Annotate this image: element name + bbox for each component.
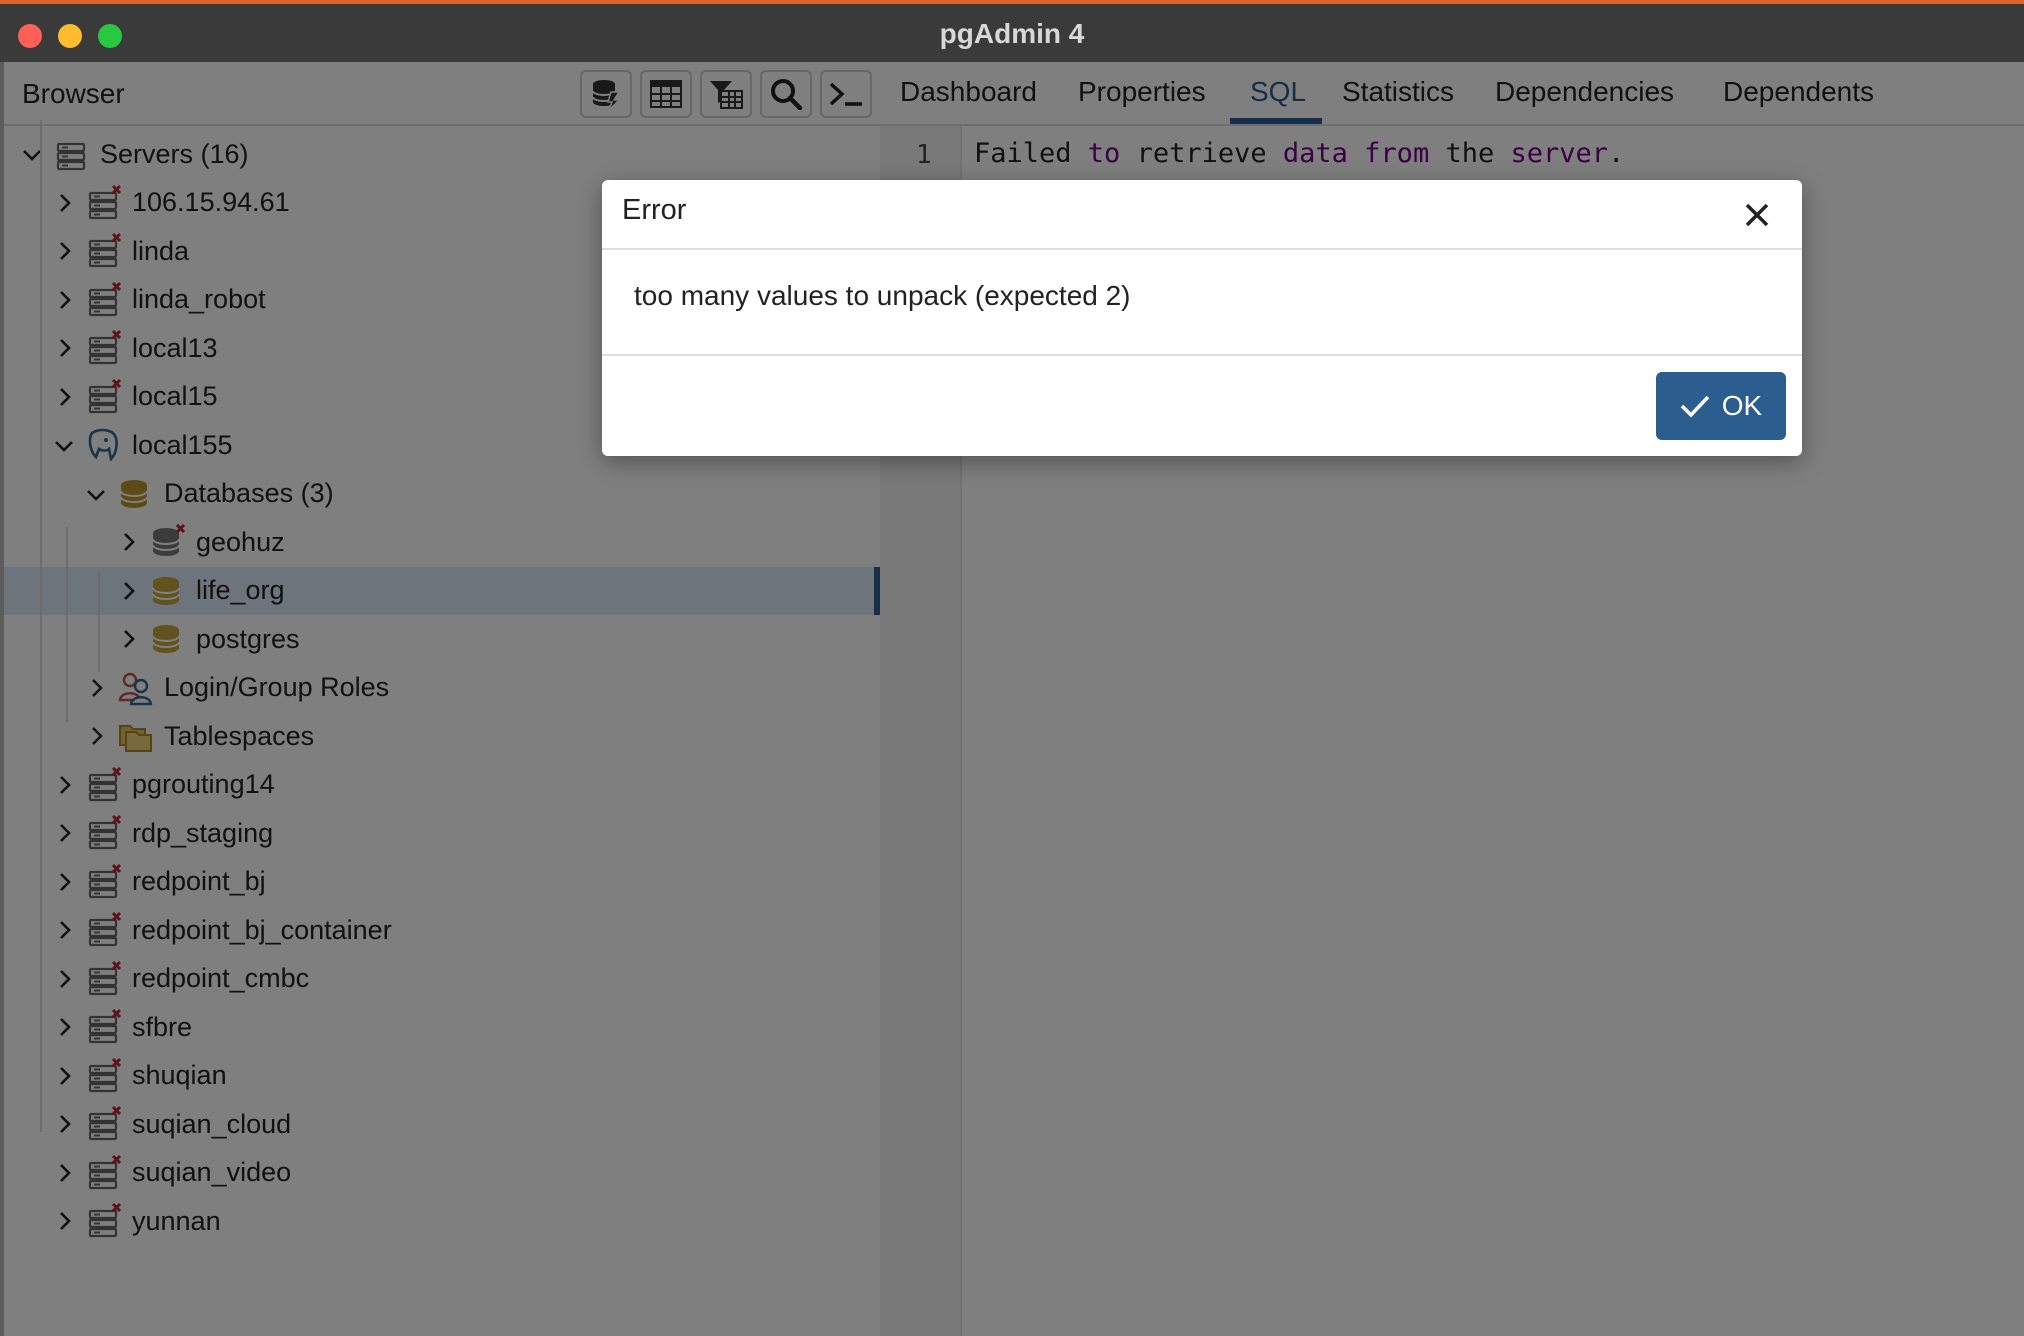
close-icon <box>1745 203 1769 227</box>
dialog-body: too many values to unpack (expected 2) <box>602 250 1802 356</box>
title-bar: pgAdmin 4 <box>0 0 2024 62</box>
error-message: too many values to unpack (expected 2) <box>634 280 1131 311</box>
ok-button[interactable]: OK <box>1656 372 1786 440</box>
dialog-header: Error <box>602 180 1802 250</box>
dialog-title: Error <box>622 194 687 226</box>
dialog-close-button[interactable] <box>1742 200 1772 230</box>
error-dialog: Error too many values to unpack (expecte… <box>602 180 1802 456</box>
window-title: pgAdmin 4 <box>939 18 1085 49</box>
ok-button-label: OK <box>1721 390 1763 421</box>
checkmark-icon <box>1680 395 1710 418</box>
